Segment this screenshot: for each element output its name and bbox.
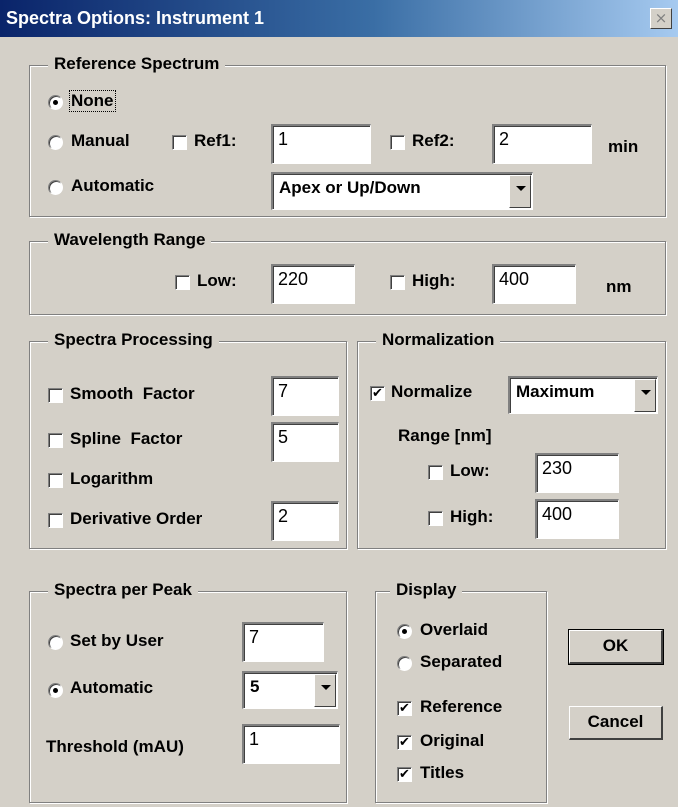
overlaid-radio[interactable] xyxy=(397,624,412,639)
chevron-down-icon[interactable] xyxy=(509,175,531,208)
normalization-high-input[interactable]: 400 xyxy=(535,499,619,539)
derivative-order-input[interactable]: 2 xyxy=(271,501,339,541)
close-icon[interactable]: × xyxy=(650,8,672,29)
chevron-down-icon[interactable] xyxy=(314,674,336,707)
wavelength-range-legend: Wavelength Range xyxy=(48,230,212,250)
reference-automatic-radio[interactable] xyxy=(48,180,63,195)
normalization-low-input[interactable]: 230 xyxy=(535,453,619,493)
spline-factor-checkbox[interactable] xyxy=(48,433,63,448)
original-label: Original xyxy=(420,731,485,750)
spectra-options-dialog: Spectra Options: Instrument 1 × Referenc… xyxy=(0,0,678,807)
wavelength-unit-label: nm xyxy=(606,277,632,296)
ref1-label: Ref1: xyxy=(194,131,237,150)
ref2-checkbox[interactable] xyxy=(390,135,405,150)
reference-label: Reference xyxy=(420,697,503,716)
derivative-order-label: Derivative Order xyxy=(70,509,203,528)
reference-manual-label[interactable]: Manual xyxy=(71,131,130,151)
reference-checkbox[interactable]: ✔ xyxy=(397,701,412,716)
ref2-input[interactable]: 2 xyxy=(492,124,592,164)
normalization-high-label: High: xyxy=(450,507,494,526)
smooth-factor-checkbox[interactable] xyxy=(48,388,63,403)
reference-none-label[interactable]: None xyxy=(69,90,116,112)
original-checkbox[interactable]: ✔ xyxy=(397,735,412,750)
spectra-processing-legend: Spectra Processing xyxy=(48,330,219,350)
ref2-label: Ref2: xyxy=(412,131,455,150)
automatic-peak-value: 5 xyxy=(250,677,260,696)
threshold-label: Threshold (mAU) xyxy=(46,737,184,756)
reference-spectrum-legend: Reference Spectrum xyxy=(48,54,226,74)
chevron-down-icon[interactable] xyxy=(634,379,656,412)
wavelength-high-input[interactable]: 400 xyxy=(492,264,576,304)
automatic-peak-radio[interactable] xyxy=(48,683,63,698)
set-by-user-input[interactable]: 7 xyxy=(242,622,324,662)
reference-manual-radio[interactable] xyxy=(48,135,63,150)
normalize-mode-value: Maximum xyxy=(516,382,595,401)
wavelength-low-checkbox[interactable] xyxy=(175,275,190,290)
window-title: Spectra Options: Instrument 1 xyxy=(6,8,265,28)
normalization-high-checkbox[interactable] xyxy=(428,511,443,526)
spline-factor-input[interactable]: 5 xyxy=(271,422,339,462)
reference-none-radio[interactable] xyxy=(48,95,63,110)
normalize-mode-select[interactable]: Maximum xyxy=(508,376,658,414)
normalization-low-checkbox[interactable] xyxy=(428,465,443,480)
wavelength-high-label: High: xyxy=(412,271,456,290)
separated-radio[interactable] xyxy=(397,656,412,671)
wavelength-low-input[interactable]: 220 xyxy=(271,264,355,304)
normalization-low-label: Low: xyxy=(450,461,490,480)
reference-automatic-label[interactable]: Automatic xyxy=(71,176,154,196)
overlaid-label[interactable]: Overlaid xyxy=(420,620,488,640)
normalization-legend: Normalization xyxy=(376,330,501,350)
normalize-label: Normalize xyxy=(391,382,473,401)
ref1-checkbox[interactable] xyxy=(172,135,187,150)
normalization-range-label: Range [nm] xyxy=(398,426,492,445)
ok-button[interactable]: OK xyxy=(568,629,664,665)
logarithm-checkbox[interactable] xyxy=(48,473,63,488)
set-by-user-radio[interactable] xyxy=(48,635,63,650)
automatic-peak-select[interactable]: 5 xyxy=(242,671,338,709)
spectra-per-peak-legend: Spectra per Peak xyxy=(48,580,198,600)
smooth-factor-input[interactable]: 7 xyxy=(271,376,339,416)
automatic-peak-label[interactable]: Automatic xyxy=(70,678,153,698)
smooth-factor-label: Smooth Factor xyxy=(70,384,195,403)
threshold-input[interactable]: 1 xyxy=(242,724,340,764)
wavelength-high-checkbox[interactable] xyxy=(390,275,405,290)
derivative-order-checkbox[interactable] xyxy=(48,513,63,528)
display-legend: Display xyxy=(390,580,463,600)
set-by-user-label[interactable]: Set by User xyxy=(70,631,164,651)
reference-auto-mode-value: Apex or Up/Down xyxy=(279,178,421,197)
titles-checkbox[interactable]: ✔ xyxy=(397,767,412,782)
title-bar[interactable]: Spectra Options: Instrument 1 × xyxy=(0,0,678,37)
normalize-checkbox[interactable]: ✔ xyxy=(370,386,385,401)
titles-label: Titles xyxy=(420,763,465,782)
logarithm-label: Logarithm xyxy=(70,469,154,488)
spline-factor-label: Spline Factor xyxy=(70,429,183,448)
ref-unit-label: min xyxy=(608,137,639,156)
cancel-button[interactable]: Cancel xyxy=(569,706,663,740)
reference-auto-mode-select[interactable]: Apex or Up/Down xyxy=(271,172,533,210)
wavelength-low-label: Low: xyxy=(197,271,237,290)
ref1-input[interactable]: 1 xyxy=(271,124,371,164)
separated-label[interactable]: Separated xyxy=(420,652,502,672)
